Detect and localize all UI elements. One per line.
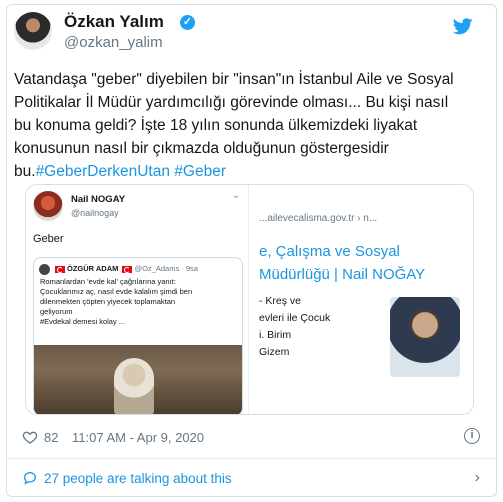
quoted-handle-time: @Oz_Adams · 9sa	[134, 264, 198, 273]
quoted-line: Çocuklarımız aç, nasıl evde kalalım şimd…	[40, 287, 193, 296]
embedded-avatar	[33, 191, 63, 221]
result-snippet-line: Gizem	[259, 346, 290, 358]
quoted-avatar	[39, 264, 50, 275]
hashtag-link[interactable]: #Geber	[174, 163, 226, 180]
embedded-author-name: Nail NOGAY	[71, 194, 126, 205]
tweet-header: Özkan Yalım ✓ @ozkan_yalim	[14, 12, 474, 62]
tweet-line: Politikalar İl Müdür yardımcılığı görevi…	[14, 94, 449, 111]
turkish-flag-icon	[55, 265, 65, 273]
verified-badge-icon: ✓	[180, 15, 195, 30]
quoted-author-name: ÖZGÜR ADAM	[67, 264, 119, 273]
result-snippet-line: i. Birim	[259, 329, 292, 341]
tweet-meta: 82 11:07 AM - Apr 9, 2020 i	[22, 428, 482, 448]
talking-about-link[interactable]: 27 people are talking about this	[44, 471, 232, 486]
result-title: e, Çalışma ve Sosyal Müdürlüğü | Nail NO…	[259, 240, 469, 286]
result-title-line: Müdürlüğü | Nail NOĞAY	[259, 266, 426, 283]
twitter-bird-icon[interactable]	[452, 16, 474, 36]
quoted-person-image	[114, 358, 154, 414]
author-name[interactable]: Özkan Yalım	[64, 12, 164, 32]
comment-icon	[23, 471, 37, 485]
tweet-footer[interactable]: 27 people are talking about this ›	[22, 469, 482, 489]
tweet-line: konusunun nasıl bir çıkmazda olduğunun g…	[14, 140, 389, 157]
result-snippet-line: evleri ile Çocuk	[259, 312, 331, 324]
hashtag-link[interactable]: #GeberDerkenUtan	[36, 163, 170, 180]
heart-icon[interactable]	[22, 429, 38, 445]
quoted-line: geliyorum	[40, 307, 73, 316]
quoted-text: Romanlardan 'evde kal' çağrılarına yanıt…	[40, 277, 238, 327]
tweet-timestamp[interactable]: 11:07 AM - Apr 9, 2020	[72, 430, 204, 445]
result-url: ...ailevecalisma.gov.tr › n...	[259, 213, 378, 224]
author-handle[interactable]: @ozkan_yalim	[64, 34, 163, 51]
tweet-media[interactable]: Nail NOGAY @nailnogay ⌄ Geber ÖZGÜR ADAM…	[25, 184, 474, 415]
tweet-text-prefix: bu.	[14, 163, 36, 180]
embedded-author-handle: @nailnogay	[71, 208, 119, 218]
tweet-line: Vatandaşa "geber" diyebilen bir "insan"ı…	[14, 71, 454, 88]
result-title-line: e, Çalışma ve Sosyal	[259, 243, 400, 260]
quoted-tweet: ÖZGÜR ADAM @Oz_Adams · 9sa Romanlardan '…	[33, 257, 243, 414]
tweet-line: bu konuma geldi? İşte 18 yılın sonunda ü…	[14, 117, 418, 134]
author-avatar[interactable]	[14, 12, 52, 50]
tweet-line: bu.#GeberDerkenUtan #Geber	[14, 160, 484, 183]
result-snippet: - Kreş ve evleri ile Çocuk i. Birim Gize…	[259, 293, 330, 361]
result-snippet-line: - Kreş ve	[259, 295, 302, 307]
chevron-down-icon: ⌄	[232, 190, 241, 201]
divider	[6, 458, 497, 459]
like-count[interactable]: 82	[44, 430, 58, 445]
chevron-right-icon[interactable]: ›	[475, 469, 480, 487]
quoted-author: ÖZGÜR ADAM @Oz_Adams · 9sa	[53, 264, 198, 273]
result-person-photo	[390, 297, 460, 377]
quoted-line: dilenmekten çöpten yiyecek toplamaktan	[40, 297, 176, 306]
turkish-flag-icon	[122, 265, 133, 273]
info-icon[interactable]: i	[464, 428, 480, 444]
embedded-tweet-text: Geber	[33, 233, 64, 245]
tweet-text: Vatandaşa "geber" diyebilen bir "insan"ı…	[14, 68, 484, 183]
embedded-tweet-screenshot: Nail NOGAY @nailnogay ⌄ Geber ÖZGÜR ADAM…	[26, 185, 249, 414]
search-result-screenshot: ...ailevecalisma.gov.tr › n... e, Çalışm…	[249, 185, 473, 414]
quoted-line: #Evdekal demesi kolay ...	[40, 317, 126, 326]
quoted-line: Romanlardan 'evde kal' çağrılarına yanıt…	[40, 277, 176, 286]
